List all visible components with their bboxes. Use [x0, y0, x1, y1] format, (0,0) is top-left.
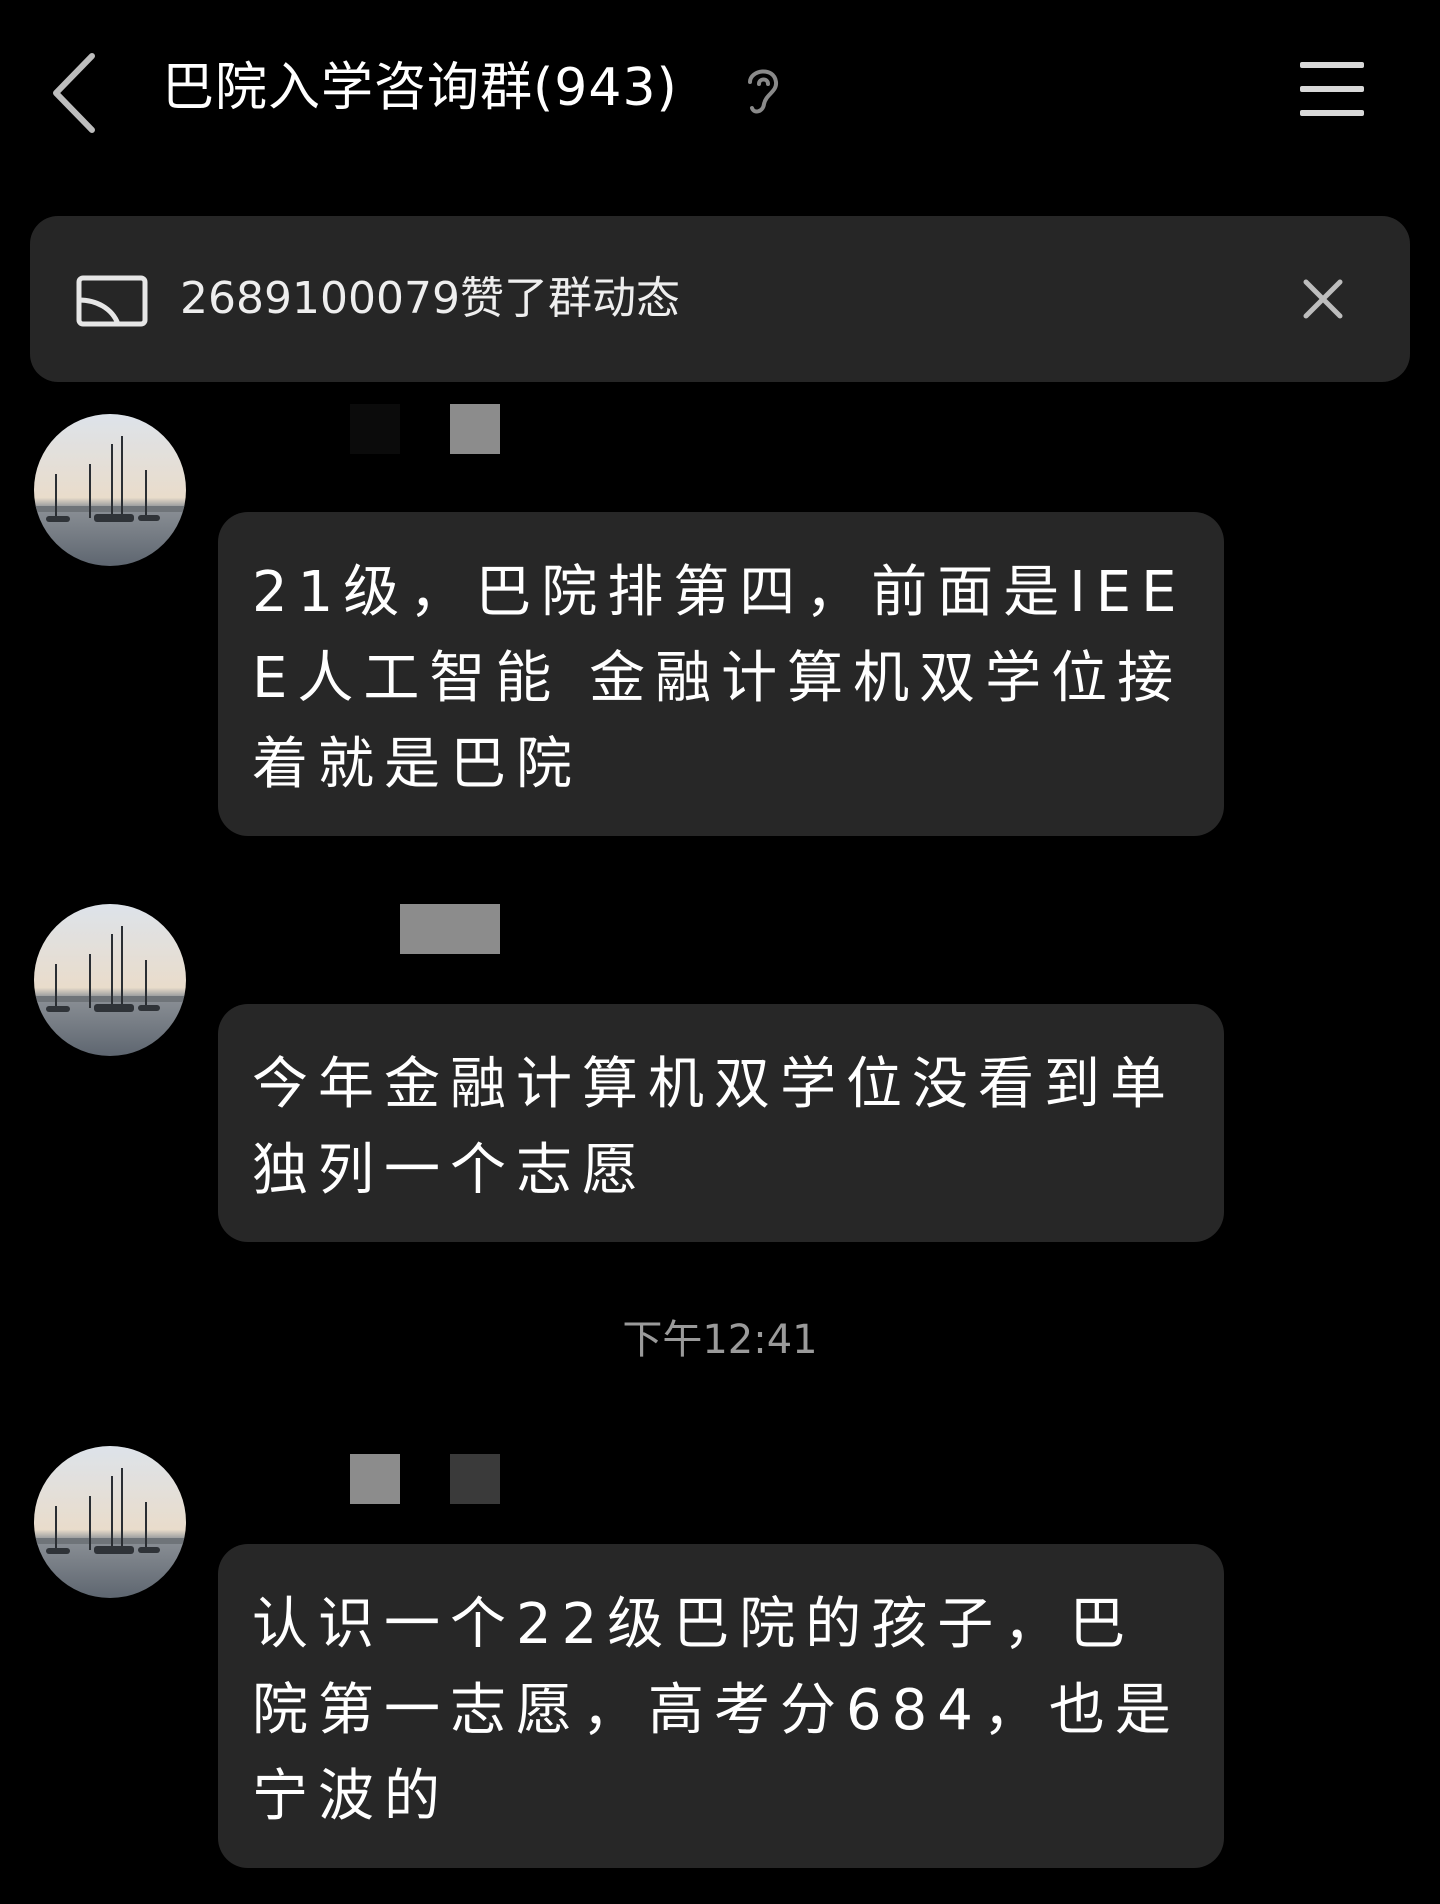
notice-text: 2689100079赞了群动态 [180, 273, 680, 324]
message-text: 21级，巴院排第四，前面是IEEE人工智能 金融计算机双学位接着就是巴院 [252, 560, 1187, 797]
message-bubble[interactable]: 21级，巴院排第四，前面是IEEE人工智能 金融计算机双学位接着就是巴院 [218, 512, 1224, 836]
menu-button[interactable] [1300, 60, 1364, 118]
sender-name-redacted [400, 904, 500, 954]
chat-header: 巴院入学咨询群(943) [0, 0, 1440, 180]
sender-name-redacted [350, 1454, 400, 1504]
hamburger-menu-icon [1300, 62, 1364, 116]
group-activity-notice[interactable]: 2689100079赞了群动态 [30, 216, 1410, 382]
chevron-left-icon [53, 53, 95, 133]
back-button[interactable] [40, 48, 110, 138]
message-bubble[interactable]: 今年金融计算机双学位没看到单独列一个志愿 [218, 1004, 1224, 1242]
cast-screen-icon [76, 270, 148, 330]
close-icon [1303, 279, 1343, 319]
ear-icon[interactable] [742, 62, 782, 120]
avatar[interactable] [34, 1446, 186, 1598]
sender-name-redacted [450, 1454, 500, 1504]
notice-close-button[interactable] [1300, 276, 1346, 322]
sender-name-redacted [350, 404, 400, 454]
avatar[interactable] [34, 904, 186, 1056]
chat-title: 巴院入学咨询群(943) [162, 58, 678, 118]
message-text: 今年金融计算机双学位没看到单独列一个志愿 [252, 1052, 1176, 1203]
message-bubble[interactable]: 认识一个22级巴院的孩子，巴院第一志愿，高考分684，也是宁波的 [218, 1544, 1224, 1868]
message-timestamp: 下午12:41 [622, 1317, 818, 1363]
avatar[interactable] [34, 414, 186, 566]
sender-name-redacted [450, 404, 500, 454]
message-text: 认识一个22级巴院的孩子，巴院第一志愿，高考分684，也是宁波的 [252, 1592, 1181, 1829]
